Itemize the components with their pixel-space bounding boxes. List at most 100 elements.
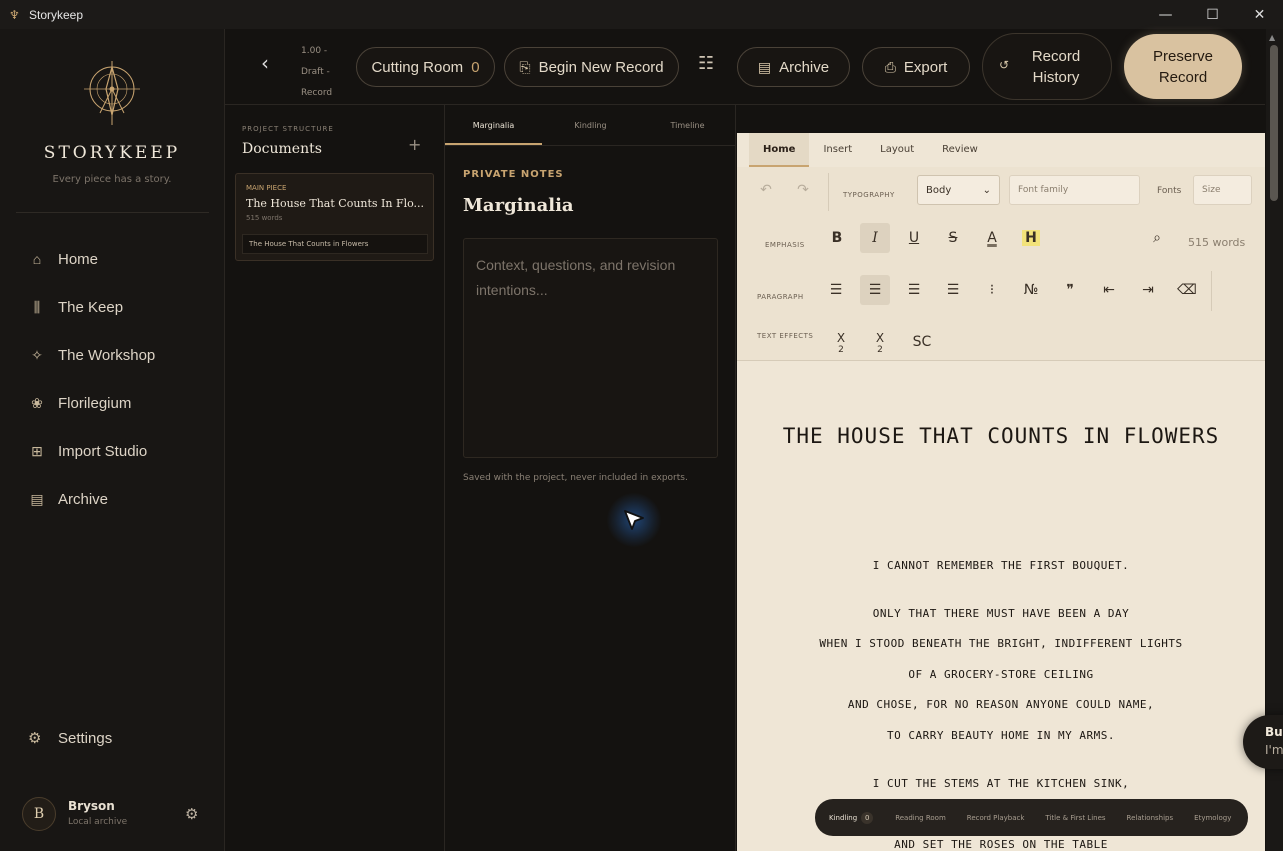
chevron-down-icon: ⌄	[982, 184, 991, 196]
font-family-input[interactable]: Font family	[1009, 175, 1140, 205]
outdent-icon[interactable]: ⇤	[1094, 275, 1124, 305]
brand-tagline: Every piece has a story.	[52, 174, 172, 185]
style-select[interactable]: Body ⌄	[917, 175, 1000, 205]
flower-icon: ❀	[31, 394, 43, 411]
subscript-button[interactable]: X 2	[826, 327, 856, 359]
app-logo-icon: ♆	[9, 7, 20, 22]
title-first-lines-button[interactable]: Title & First Lines	[1045, 814, 1105, 822]
etymology-button[interactable]: Etymology	[1194, 814, 1231, 822]
tab-kindling[interactable]: Kindling	[542, 105, 639, 145]
document-canvas[interactable]: THE HOUSE THAT COUNTS IN FLOWERS I CANNO…	[737, 361, 1265, 851]
text-color-button[interactable]: A	[977, 223, 1007, 253]
home-icon: ⌂	[32, 251, 42, 267]
align-center-icon[interactable]: ☰	[860, 275, 890, 305]
document-section-item[interactable]: The House That Counts in Flowers	[242, 234, 428, 254]
superscript-button[interactable]: X 2	[865, 327, 895, 359]
undo-icon[interactable]: ↶	[751, 175, 781, 205]
bold-button[interactable]: B	[822, 223, 852, 253]
sliders-icon[interactable]: ☷	[698, 53, 714, 74]
italic-button[interactable]: I	[860, 223, 890, 253]
record-playback-button[interactable]: Record Playback	[967, 814, 1025, 822]
blockquote-icon[interactable]: ❞	[1055, 275, 1085, 305]
status-line: Record	[301, 88, 333, 98]
clear-formatting-icon[interactable]: ⌫	[1172, 275, 1202, 305]
notes-panel: Marginalia Kindling Timeline PRIVATE NOT…	[445, 105, 736, 851]
redo-icon[interactable]: ↷	[788, 175, 818, 205]
begin-new-record-button[interactable]: ⎘ Begin New Record	[504, 47, 679, 87]
cutting-room-button[interactable]: Cutting Room 0	[356, 47, 495, 87]
tab-layout[interactable]: Layout	[866, 133, 928, 167]
record-history-button[interactable]: ↺ Record History	[982, 33, 1112, 100]
user-profile[interactable]: B Bryson Local archive ⚙	[22, 797, 212, 837]
begin-new-record-label: Begin New Record	[538, 58, 664, 76]
archive-label: Archive	[779, 58, 830, 76]
poem-line: I CANNOT REMEMBER THE FIRST BOUQUET.	[872, 559, 1130, 572]
brand-name: STORYKEEP	[43, 143, 181, 163]
toast-title: Bu	[1265, 725, 1283, 739]
back-icon[interactable]: ‹	[261, 51, 269, 75]
nav-item-the-keep[interactable]: ⫼ The Keep	[0, 283, 224, 331]
indent-icon[interactable]: ⇥	[1133, 275, 1163, 305]
add-document-icon[interactable]: +	[408, 135, 421, 154]
export-file-icon: ⎙	[884, 58, 896, 75]
maximize-icon[interactable]: ☐	[1189, 0, 1236, 29]
bullet-list-icon[interactable]: ⁝	[977, 275, 1007, 305]
align-left-icon[interactable]: ☰	[821, 275, 851, 305]
tab-insert[interactable]: Insert	[809, 133, 866, 167]
toast-subtitle: I'm	[1265, 743, 1283, 757]
record-history-label: History	[1032, 68, 1080, 86]
numbered-list-icon[interactable]: №	[1016, 275, 1046, 305]
search-icon[interactable]: ⌕	[1142, 223, 1172, 253]
highlight-button[interactable]: H	[1016, 223, 1046, 253]
bottom-tool-bar: Kindling 0 Reading Room Record Playback …	[815, 799, 1248, 836]
underline-button[interactable]: U	[899, 223, 929, 253]
archive-button[interactable]: ▤ Archive	[737, 47, 850, 87]
tab-home[interactable]: Home	[749, 133, 810, 167]
align-justify-icon[interactable]: ☰	[938, 275, 968, 305]
poem-line: ONLY THAT THERE MUST HAVE BEEN A DAY	[872, 607, 1130, 620]
documents-kicker: PROJECT STRUCTURE	[242, 125, 334, 133]
title-bar: ♆ Storykeep — ☐ ✕	[0, 0, 1283, 29]
import-icon: ⊞	[31, 442, 43, 459]
user-name: Bryson	[68, 799, 115, 813]
nav-item-label: The Keep	[58, 298, 124, 316]
documents-panel: PROJECT STRUCTURE Documents + MAIN PIECE…	[225, 105, 445, 851]
nav-item-label: Archive	[58, 490, 109, 508]
poem-line: I CUT THE STEMS AT THE KITCHEN SINK,	[872, 777, 1130, 790]
scroll-thumb[interactable]	[1270, 45, 1278, 201]
kindling-button[interactable]: Kindling 0	[829, 811, 874, 824]
close-icon[interactable]: ✕	[1236, 0, 1283, 29]
marginalia-textarea[interactable]: Context, questions, and revision intenti…	[463, 238, 718, 458]
document-card[interactable]: MAIN PIECE The House That Counts In Flo.…	[235, 173, 434, 261]
relationships-button[interactable]: Relationships	[1127, 814, 1174, 822]
nav-item-home[interactable]: ⌂ Home	[0, 235, 224, 283]
text-effects-label: TEXT EFFECTS	[757, 332, 814, 340]
fonts-button[interactable]: Fonts	[1157, 186, 1181, 196]
preserve-record-label: Record	[1158, 68, 1208, 86]
tab-review[interactable]: Review	[928, 133, 992, 167]
nav-item-florilegium[interactable]: ❀ Florilegium	[0, 379, 224, 427]
notes-kicker: PRIVATE NOTES	[463, 169, 564, 180]
scroll-up-icon[interactable]: ▲	[1269, 33, 1275, 42]
ribbon: ↶ ↷ TYPOGRAPHY Body ⌄ Font family Fonts …	[737, 167, 1265, 361]
nav-item-import-studio[interactable]: ⊞ Import Studio	[0, 427, 224, 475]
font-size-input[interactable]: Size	[1193, 175, 1252, 205]
superscript-x: X	[875, 331, 885, 345]
nav-item-the-workshop[interactable]: ✧ The Workshop	[0, 331, 224, 379]
nav-item-archive[interactable]: ▤ Archive	[0, 475, 224, 523]
nav-item-label: Import Studio	[58, 442, 148, 460]
notes-title: Marginalia	[463, 195, 574, 216]
preserve-record-button[interactable]: Preserve Record	[1124, 34, 1242, 99]
strikethrough-button[interactable]: S	[938, 223, 968, 253]
nav-item-settings[interactable]: ⚙ Settings	[0, 721, 224, 755]
nav-item-label: Florilegium	[58, 394, 132, 412]
reading-room-button[interactable]: Reading Room	[895, 814, 946, 822]
user-settings-icon[interactable]: ⚙	[185, 805, 198, 823]
minimize-icon[interactable]: —	[1142, 0, 1189, 29]
divider	[1211, 271, 1212, 311]
tab-timeline[interactable]: Timeline	[639, 105, 736, 145]
tab-marginalia[interactable]: Marginalia	[445, 105, 542, 145]
export-button[interactable]: ⎙ Export	[862, 47, 970, 87]
align-right-icon[interactable]: ☰	[899, 275, 929, 305]
small-caps-button[interactable]: SC	[904, 327, 940, 357]
